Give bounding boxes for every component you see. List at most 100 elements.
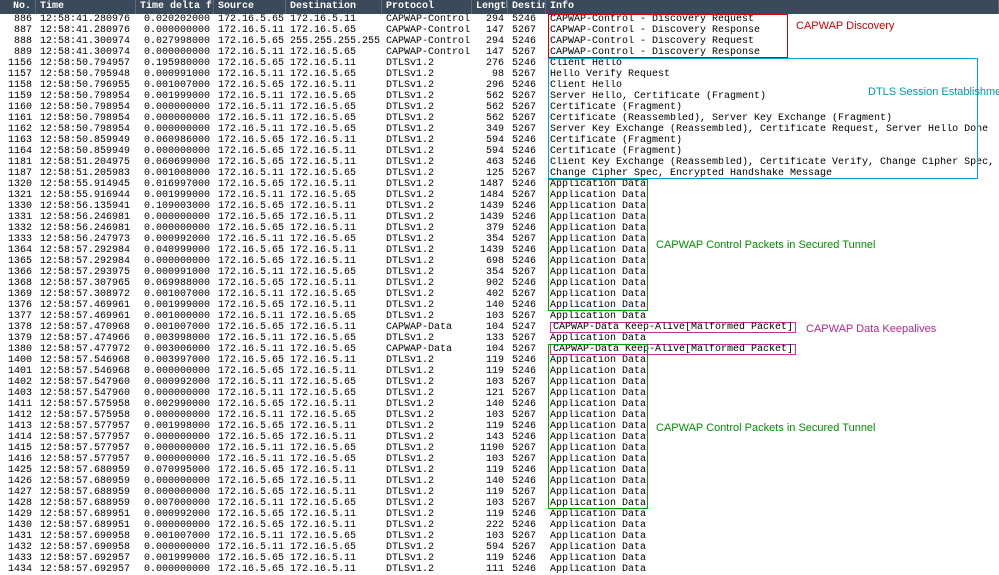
cell-len: 119 [472, 465, 508, 476]
cell-len: 119 [472, 509, 508, 520]
cell-port: 5267 [508, 267, 546, 278]
cell-delta: 0.001999000 [136, 190, 214, 201]
table-row[interactable]: 141312:58:57.5779570.001998000172.16.5.6… [0, 421, 999, 432]
table-row[interactable]: 88712:58:41.2809760.000000000172.16.5.11… [0, 25, 999, 36]
cell-port: 5246 [508, 256, 546, 267]
table-row[interactable]: 141412:58:57.5779570.000000000172.16.5.6… [0, 432, 999, 443]
table-row[interactable]: 116012:58:50.7989540.000000000172.16.5.1… [0, 102, 999, 113]
cell-src: 172.16.5.65 [214, 399, 286, 410]
cell-delta: 0.000992000 [136, 234, 214, 245]
table-row[interactable]: 142512:58:57.6809590.070995000172.16.5.6… [0, 465, 999, 476]
table-row[interactable]: 138012:58:57.4779720.003006000172.16.5.1… [0, 344, 999, 355]
cell-src: 172.16.5.65 [214, 212, 286, 223]
table-row[interactable]: 143412:58:57.6929570.000000000172.16.5.6… [0, 564, 999, 575]
table-row[interactable]: 88612:58:41.2809760.020202000172.16.5.65… [0, 14, 999, 25]
cell-src: 172.16.5.65 [214, 256, 286, 267]
table-row[interactable]: 137912:58:57.4749660.003998000172.16.5.1… [0, 333, 999, 344]
cell-time: 12:58:50.798954 [36, 124, 136, 135]
table-row[interactable]: 133312:58:56.2479730.000992000172.16.5.1… [0, 234, 999, 245]
cell-proto: DTLSv1.2 [382, 388, 472, 399]
table-row[interactable]: 133212:58:56.2469810.000000000172.16.5.6… [0, 223, 999, 234]
col-time[interactable]: Time [36, 0, 136, 14]
table-row[interactable]: 116212:58:50.7989540.000000000172.16.5.1… [0, 124, 999, 135]
cell-info: Application Data [546, 520, 999, 531]
col-src[interactable]: Source [214, 0, 286, 14]
table-row[interactable]: 116112:58:50.7989540.000000000172.16.5.1… [0, 113, 999, 124]
cell-dst: 172.16.5.11 [286, 476, 382, 487]
cell-no: 1428 [0, 498, 36, 509]
cell-info: Application Data [546, 333, 999, 344]
packet-list[interactable]: 88612:58:41.2809760.020202000172.16.5.65… [0, 14, 999, 575]
table-row[interactable]: 88812:58:41.3009740.027998000172.16.5.65… [0, 36, 999, 47]
cell-src: 172.16.5.11 [214, 344, 286, 355]
col-info[interactable]: Info [546, 0, 999, 14]
table-row[interactable]: 142912:58:57.6899510.000992000172.16.5.6… [0, 509, 999, 520]
table-row[interactable]: 142812:58:57.6889590.007000000172.16.5.1… [0, 498, 999, 509]
table-row[interactable]: 115912:58:50.7989540.001999000172.16.5.1… [0, 91, 999, 102]
cell-port: 5246 [508, 179, 546, 190]
table-row[interactable]: 140212:58:57.5479600.000992000172.16.5.1… [0, 377, 999, 388]
cell-proto: DTLSv1.2 [382, 102, 472, 113]
col-dst[interactable]: Destination [286, 0, 382, 14]
table-row[interactable]: 137712:58:57.4699610.001000000172.16.5.1… [0, 311, 999, 322]
cell-no: 1158 [0, 80, 36, 91]
cell-port: 5246 [508, 476, 546, 487]
table-row[interactable]: 115812:58:50.7969550.001007000172.16.5.6… [0, 80, 999, 91]
table-row[interactable]: 140012:58:57.5469680.003997000172.16.5.6… [0, 355, 999, 366]
table-row[interactable]: 140112:58:57.5469680.000000000172.16.5.6… [0, 366, 999, 377]
cell-dst: 172.16.5.65 [286, 410, 382, 421]
table-row[interactable]: 133112:58:56.2469810.000000000172.16.5.6… [0, 212, 999, 223]
table-row[interactable]: 136912:58:57.3089720.001007000172.16.5.1… [0, 289, 999, 300]
table-row[interactable]: 136512:58:57.2929840.000000000172.16.5.6… [0, 256, 999, 267]
col-no[interactable]: No. [0, 0, 36, 14]
cell-time: 12:58:57.688959 [36, 487, 136, 498]
cell-proto: CAPWAP-Control [382, 14, 472, 25]
cell-no: 887 [0, 25, 36, 36]
cell-delta: 0.000000000 [136, 212, 214, 223]
table-row[interactable]: 141212:58:57.5759580.000000000172.16.5.1… [0, 410, 999, 421]
table-row[interactable]: 143312:58:57.6929570.001999000172.16.5.6… [0, 553, 999, 564]
table-row[interactable]: 143012:58:57.6899510.000000000172.16.5.6… [0, 520, 999, 531]
table-row[interactable]: 88912:58:41.3009740.000000000172.16.5.11… [0, 47, 999, 58]
table-row[interactable]: 142712:58:57.6889590.000000000172.16.5.6… [0, 487, 999, 498]
table-row[interactable]: 141112:58:57.5759580.002990000172.16.5.6… [0, 399, 999, 410]
cell-time: 12:58:51.205983 [36, 168, 136, 179]
table-row[interactable]: 142612:58:57.6809590.000000000172.16.5.6… [0, 476, 999, 487]
table-row[interactable]: 116312:58:50.8599490.060986000172.16.5.6… [0, 135, 999, 146]
table-row[interactable]: 137612:58:57.4699610.001999000172.16.5.6… [0, 300, 999, 311]
table-row[interactable]: 140312:58:57.5479600.000000000172.16.5.1… [0, 388, 999, 399]
cell-delta: 0.001999000 [136, 553, 214, 564]
cell-port: 5267 [508, 124, 546, 135]
cell-time: 12:58:57.692957 [36, 553, 136, 564]
table-row[interactable]: 132112:58:55.9169440.001999000172.16.5.1… [0, 190, 999, 201]
cell-src: 172.16.5.11 [214, 113, 286, 124]
table-row[interactable]: 115712:58:50.7959480.000991000172.16.5.1… [0, 69, 999, 80]
table-row[interactable]: 136412:58:57.2929840.040999000172.16.5.6… [0, 245, 999, 256]
cell-dst: 172.16.5.11 [286, 157, 382, 168]
info-highlight: CAPWAP-Data Keep-Alive[Malformed Packet] [550, 322, 796, 333]
table-row[interactable]: 118712:58:51.2059830.001008000172.16.5.1… [0, 168, 999, 179]
col-proto[interactable]: Protocol [382, 0, 472, 14]
cell-len: 594 [472, 146, 508, 157]
table-row[interactable]: 136612:58:57.2939750.000991000172.16.5.1… [0, 267, 999, 278]
cell-len: 133 [472, 333, 508, 344]
table-row[interactable]: 132012:58:55.9149450.016997000172.16.5.6… [0, 179, 999, 190]
table-row[interactable]: 137812:58:57.4709680.001007000172.16.5.6… [0, 322, 999, 333]
table-row[interactable]: 143112:58:57.6909580.001007000172.16.5.1… [0, 531, 999, 542]
table-row[interactable]: 136812:58:57.3079650.069988000172.16.5.6… [0, 278, 999, 289]
col-len[interactable]: Length [472, 0, 508, 14]
cell-port: 5246 [508, 421, 546, 432]
cell-info: Application Data [546, 421, 999, 432]
table-row[interactable]: 116412:58:50.8599490.000000000172.16.5.6… [0, 146, 999, 157]
table-row[interactable]: 118112:58:51.2049750.060699000172.16.5.6… [0, 157, 999, 168]
cell-proto: DTLSv1.2 [382, 399, 472, 410]
table-row[interactable]: 141512:58:57.5779570.000000000172.16.5.1… [0, 443, 999, 454]
table-row[interactable]: 133012:58:56.1359410.109003000172.16.5.6… [0, 201, 999, 212]
table-row[interactable]: 115612:58:50.7949570.195980000172.16.5.6… [0, 58, 999, 69]
col-delta[interactable]: Time delta from p [136, 0, 214, 14]
table-row[interactable]: 141612:58:57.5779570.000000000172.16.5.1… [0, 454, 999, 465]
col-port[interactable]: Destination Port [508, 0, 546, 14]
table-row[interactable]: 143212:58:57.6909580.000000000172.16.5.1… [0, 542, 999, 553]
cell-time: 12:58:50.798954 [36, 113, 136, 124]
cell-dst: 172.16.5.11 [286, 278, 382, 289]
